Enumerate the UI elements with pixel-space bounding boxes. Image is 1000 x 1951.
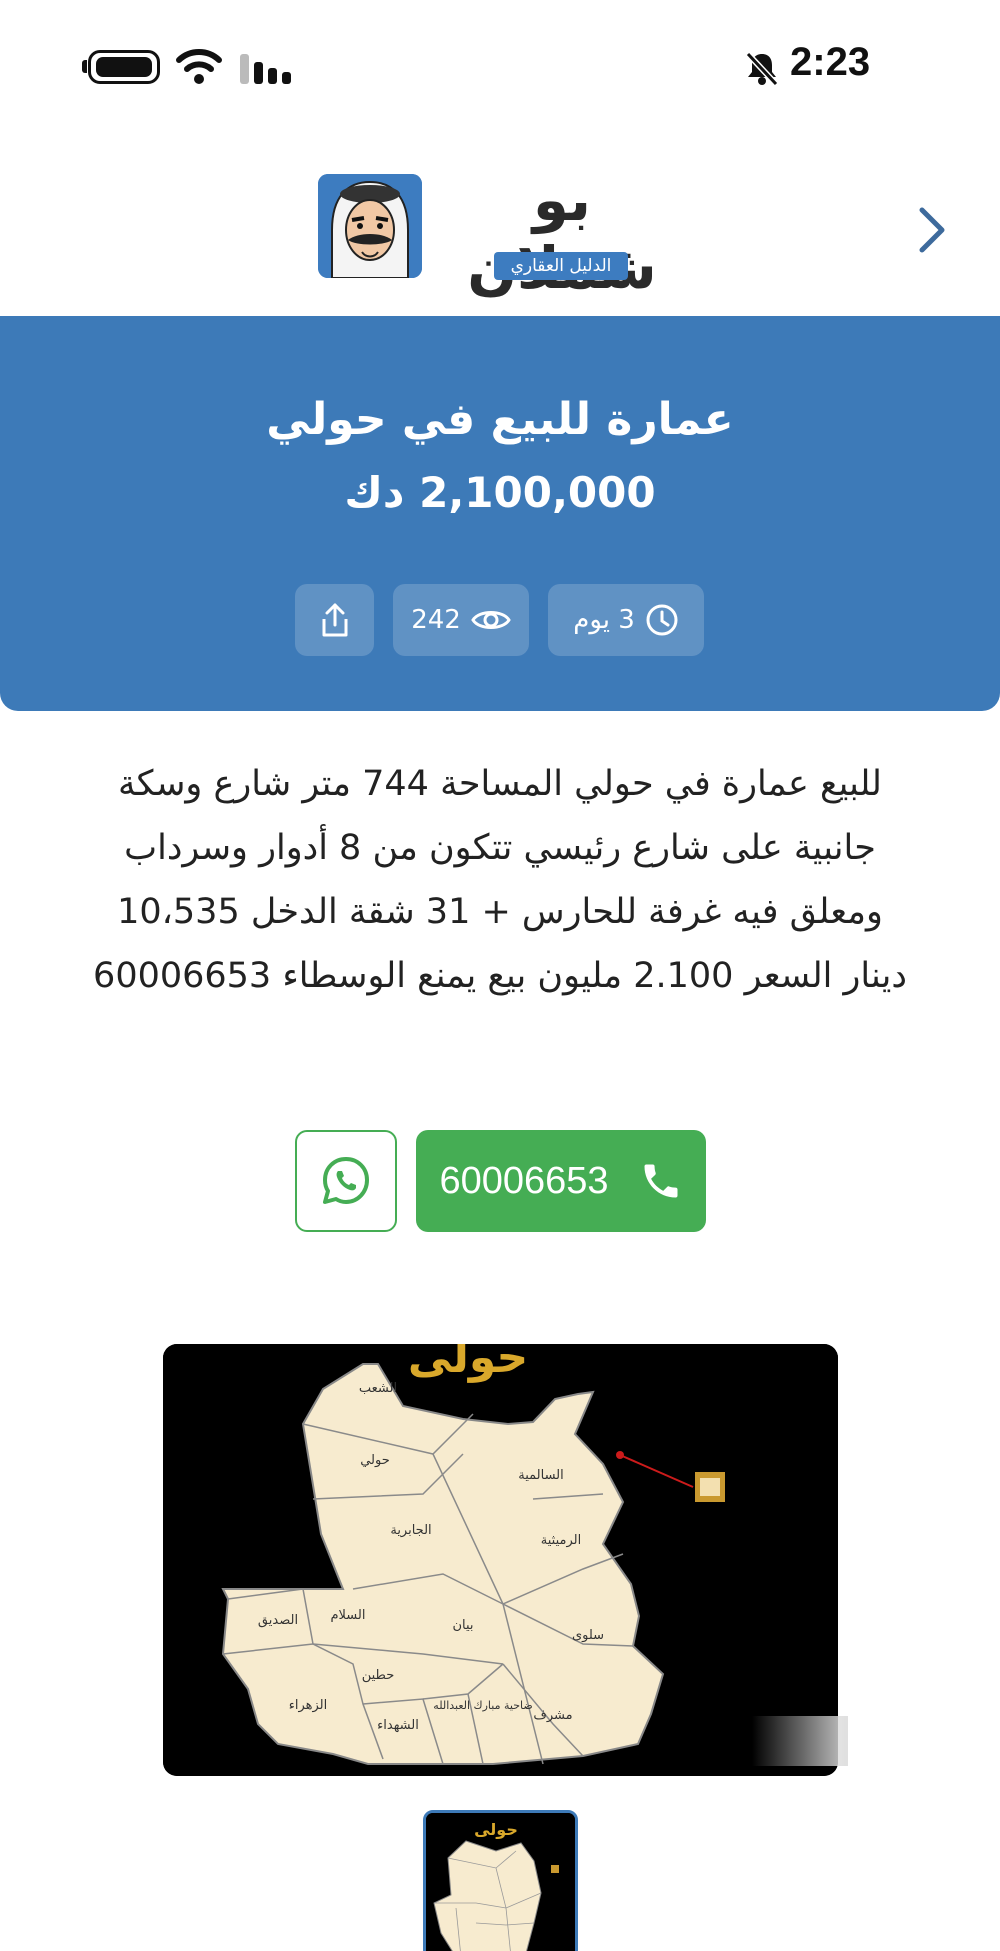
whatsapp-icon: [323, 1157, 369, 1204]
thumb-map-title: حولى: [474, 1820, 518, 1839]
listing-price: 2,100,000 دك: [344, 468, 656, 517]
map-label-0: الشعب: [359, 1381, 397, 1396]
map-label-10: الزهراء: [289, 1698, 328, 1713]
views-count: 242: [411, 605, 461, 635]
clock-icon: [646, 604, 678, 636]
map-label-11: الشهداء: [377, 1718, 419, 1733]
views-badge: 242: [393, 584, 529, 656]
logo-title: بو شملان: [467, 166, 656, 302]
status-bar: 2:23: [0, 0, 1000, 130]
eye-icon: [471, 611, 511, 629]
map-label-3: الجابرية: [390, 1523, 431, 1538]
phone-icon: [644, 1164, 678, 1198]
signal-icon: [240, 50, 296, 84]
listing-hero: عمارة للبيع في حولي 2,100,000 دك 3 يوم 2…: [0, 316, 1000, 711]
logo-subtitle: الدليل العقاري: [494, 252, 628, 280]
whatsapp-button[interactable]: [295, 1130, 397, 1232]
map-label-2: السالمية: [518, 1468, 564, 1483]
logo-avatar: [318, 174, 422, 278]
share-button[interactable]: [295, 584, 374, 656]
clock: 2:23: [790, 40, 871, 84]
map-label-9: حطين: [362, 1668, 395, 1683]
age-text: 3 يوم: [573, 605, 635, 635]
chevron-right-icon[interactable]: [912, 200, 952, 260]
bell-off-icon: [745, 51, 779, 86]
map-label-12: ضاحية مبارك العبدالله: [433, 1699, 532, 1712]
battery-icon: [88, 50, 160, 84]
map-label-6: السلام: [331, 1608, 366, 1623]
app-header: بو شملان الدليل العقاري: [0, 130, 1000, 315]
map-label-7: بيان: [452, 1618, 473, 1633]
map-image[interactable]: حولى الشعب حولي السالمية الجابرية الرميث…: [163, 1344, 838, 1776]
call-button[interactable]: 60006653: [416, 1130, 706, 1232]
map-label-4: الرميثية: [541, 1533, 581, 1548]
map-thumbnail[interactable]: حولى: [423, 1810, 578, 1951]
map-label-8: سلوى: [572, 1628, 604, 1643]
listing-title: عمارة للبيع في حولي: [266, 394, 734, 445]
map-title: حولى: [408, 1344, 528, 1383]
phone-number: 60006653: [439, 1159, 609, 1202]
listing-description: للبيع عمارة في حولي المساحة 744 متر شارع…: [93, 764, 907, 996]
wifi-icon: [176, 49, 222, 84]
age-badge: 3 يوم: [548, 584, 704, 656]
map-overlay-edge: [752, 1716, 848, 1766]
map-label-13: مشرف: [533, 1708, 572, 1723]
share-icon: [322, 603, 347, 637]
map-label-1: حولي: [360, 1453, 390, 1468]
battery-cap: [82, 60, 87, 73]
map-label-5: الصديق: [258, 1613, 298, 1628]
